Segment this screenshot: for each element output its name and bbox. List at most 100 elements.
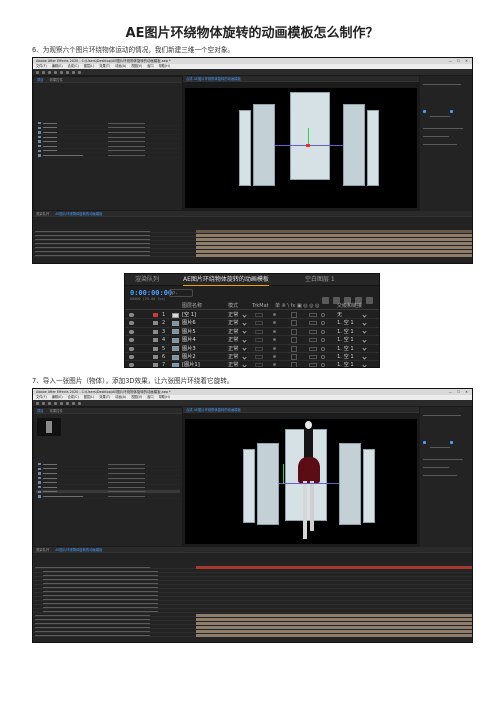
trkmat-select[interactable] — [255, 329, 263, 334]
trkmat-select[interactable] — [255, 346, 263, 351]
layer-search-input[interactable]: ρ. — [169, 289, 193, 297]
chevron-down-icon[interactable] — [362, 312, 367, 318]
menu-window[interactable]: 窗口 — [147, 395, 153, 399]
visibility-eye-icon[interactable] — [129, 338, 134, 343]
header-layer-name[interactable]: 图层名称 — [182, 302, 202, 310]
label-color-swatch[interactable] — [153, 313, 158, 317]
parent-select[interactable]: 1. 空 1 — [337, 319, 354, 327]
blend-mode-select[interactable]: 正常 — [228, 311, 238, 319]
3d-layer-switch[interactable] — [309, 338, 317, 343]
layer-row[interactable]: 1 [空 1] 正常 ⊕ 无 — [125, 311, 379, 320]
chevron-down-icon[interactable] — [242, 329, 247, 334]
header-parent[interactable]: 父级和链接 — [337, 302, 362, 310]
trkmat-select[interactable] — [255, 321, 263, 326]
blend-mode-select[interactable]: 正常 — [228, 361, 238, 367]
chevron-down-icon[interactable] — [242, 321, 247, 326]
menu-help[interactable]: 帮助(H) — [159, 64, 170, 68]
layer-name[interactable]: 图片3 — [182, 345, 196, 353]
visibility-eye-icon[interactable] — [129, 346, 134, 351]
label-color-swatch[interactable] — [153, 338, 158, 343]
blend-mode-select[interactable]: 正常 — [228, 328, 238, 336]
label-color-swatch[interactable] — [153, 346, 158, 351]
chevron-down-icon[interactable] — [242, 312, 247, 318]
tab-render-queue[interactable]: 渲染队列 — [135, 274, 159, 286]
blend-mode-select[interactable]: 正常 — [228, 319, 238, 327]
menu-comp[interactable]: 合成(C) — [68, 395, 79, 399]
menu-animation[interactable]: 动画(A) — [115, 395, 126, 399]
3d-layer-switch[interactable] — [309, 363, 317, 367]
parent-select[interactable]: 1. 空 1 — [337, 345, 354, 353]
menu-file[interactable]: 文件(F) — [36, 64, 47, 68]
menu-animation[interactable]: 动画(A) — [115, 64, 126, 68]
chevron-down-icon[interactable] — [362, 354, 367, 360]
menu-file[interactable]: 文件(F) — [36, 395, 47, 399]
layer-name[interactable]: 图片2 — [182, 353, 196, 361]
menu-view[interactable]: 视图(V) — [131, 64, 142, 68]
chevron-down-icon[interactable] — [362, 329, 367, 334]
trkmat-select[interactable] — [255, 363, 263, 367]
parent-select[interactable]: 1. 空 1 — [337, 328, 354, 336]
layer-name[interactable]: 图片6 — [182, 319, 196, 327]
shy-switch-icon[interactable]: ⊕ — [273, 320, 279, 326]
adjustment-switch[interactable] — [321, 329, 325, 334]
menu-layer[interactable]: 图层(L) — [84, 64, 95, 68]
adjustment-switch[interactable] — [321, 321, 325, 326]
menu-comp[interactable]: 合成(C) — [68, 64, 79, 68]
trkmat-select[interactable] — [255, 313, 263, 317]
chevron-down-icon[interactable] — [242, 346, 247, 351]
visibility-eye-icon[interactable] — [129, 329, 134, 334]
layer-row[interactable]: 4 图片4 正常 ⊕ 1. 空 1 — [125, 336, 379, 345]
3d-layer-switch[interactable] — [309, 313, 317, 317]
timeline-panel[interactable]: 渲染队列 AE图片环绕物体旋转的动画模板 — [33, 547, 472, 642]
header-mode[interactable]: 模式 — [228, 302, 238, 310]
visibility-eye-icon[interactable] — [129, 363, 134, 367]
layer-row[interactable]: 3 图片5 正常 ⊕ 1. 空 1 — [125, 328, 379, 337]
3d-layer-switch[interactable] — [309, 346, 317, 351]
chevron-down-icon[interactable] — [362, 321, 367, 326]
layer-name[interactable]: [图片1] — [182, 361, 200, 367]
parent-select[interactable]: 无 — [337, 311, 342, 319]
chevron-down-icon[interactable] — [242, 338, 247, 343]
comp-stage[interactable] — [185, 419, 417, 544]
menu-help[interactable]: 帮助(H) — [159, 395, 170, 399]
visibility-eye-icon[interactable] — [129, 313, 134, 317]
adjustment-switch[interactable] — [321, 313, 325, 317]
chevron-down-icon[interactable] — [362, 363, 367, 367]
quality-switch[interactable] — [291, 312, 297, 318]
layer-row[interactable]: 6 图片2 正常 ⊕ 1. 空 1 — [125, 353, 379, 362]
shy-switch-icon[interactable]: ⊕ — [273, 329, 279, 335]
3d-layer-switch[interactable] — [309, 355, 317, 359]
blend-mode-select[interactable]: 正常 — [228, 345, 238, 353]
menu-layer[interactable]: 图层(L) — [84, 395, 95, 399]
quality-switch[interactable] — [291, 354, 297, 360]
label-color-swatch[interactable] — [153, 329, 158, 334]
layer-row[interactable]: 5 图片3 正常 ⊕ 1. 空 1 — [125, 345, 379, 353]
layer-row[interactable]: 7 [图片1] 正常 ⊕ 1. 空 1 — [125, 361, 379, 367]
shy-switch-icon[interactable]: ⊕ — [273, 337, 279, 343]
shy-switch-icon[interactable]: ⊕ — [273, 346, 279, 352]
layer-name[interactable]: 图片5 — [182, 328, 196, 336]
menu-edit[interactable]: 编辑(E) — [52, 395, 63, 399]
adjustment-switch[interactable] — [321, 338, 325, 343]
comp-stage[interactable] — [185, 88, 417, 208]
quality-switch[interactable] — [291, 362, 297, 367]
parent-select[interactable]: 1. 空 1 — [337, 353, 354, 361]
shy-switch-icon[interactable]: ⊕ — [273, 362, 279, 367]
quality-switch[interactable] — [291, 320, 297, 327]
layer-name[interactable]: 图片4 — [182, 336, 196, 344]
composition-viewer[interactable]: 合成 AE图片环绕物体旋转的动画模板 — [183, 407, 419, 547]
chevron-down-icon[interactable] — [242, 363, 247, 367]
chevron-down-icon[interactable] — [362, 338, 367, 343]
chevron-down-icon[interactable] — [362, 346, 367, 351]
trkmat-select[interactable] — [255, 355, 263, 359]
parent-select[interactable]: 1. 空 1 — [337, 336, 354, 344]
shy-switch-icon[interactable]: ⊕ — [273, 354, 279, 360]
quality-switch[interactable] — [291, 345, 297, 352]
adjustment-switch[interactable] — [321, 363, 325, 367]
timeline-panel[interactable]: 渲染队列 AE图片环绕物体旋转的动画模板 — [33, 211, 472, 263]
adjustment-switch[interactable] — [321, 355, 325, 359]
blend-mode-select[interactable]: 正常 — [228, 336, 238, 344]
shy-switch-icon[interactable]: ⊕ — [273, 312, 279, 318]
3d-layer-switch[interactable] — [309, 321, 317, 326]
timecode[interactable]: 0:00:00:00 — [130, 289, 172, 297]
